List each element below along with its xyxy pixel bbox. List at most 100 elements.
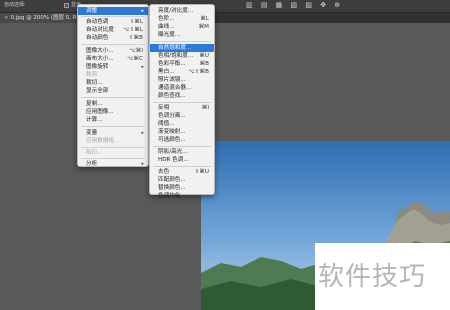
menu-item-label: 亮度/对比度... [158,8,194,14]
menu-item-adjustments[interactable]: 调整 ▸ [78,7,148,15]
menu-item-hue-saturation[interactable]: 色相/饱和度... ⌘U [150,52,214,60]
menu-item-label: 自然饱和度... [158,45,192,51]
menu-divider [153,146,211,147]
submenu-arrow-icon: ▸ [141,130,144,136]
menu-item-vibrance[interactable]: 自然饱和度... [150,44,214,52]
menu-item-threshold[interactable]: 阈值... [150,120,214,128]
menu-item-levels[interactable]: 色阶... ⌘L [150,15,214,23]
menu-item-analysis[interactable]: 分析 ▸ [78,160,148,168]
menu-item-label: 显示全部 [86,88,109,94]
menu-item-shortcut: ⌘B [199,61,209,67]
submenu-arrow-icon: ▸ [141,64,144,70]
options-bar: 自动选择: 显示 ▥ ▤ ▦ ▧ ▨ ✥ ⊕ [0,0,450,13]
menu-item-auto-contrast[interactable]: 自动对比度 ⌥⇧⌘L [78,26,148,34]
close-icon[interactable]: × [4,15,9,21]
menu-item-label: 黑白... [158,69,175,75]
adjustments-submenu: 亮度/对比度... 色阶... ⌘L 曲线... ⌘M 曝光度... 自然饱和度… [149,4,215,199]
menu-divider [81,147,145,148]
menu-item-shortcut: ⌘M [198,24,209,30]
menu-item-shortcut: ⇧⌘B [128,35,143,41]
menu-item-gradient-map[interactable]: 渐变映射... [150,128,214,136]
menu-item-auto-color[interactable]: 自动颜色 ⇧⌘B [78,34,148,42]
menu-item-apply-data-set: 应用数据组... [78,137,148,145]
menu-item-label: 颜色查找... [158,93,186,99]
menu-divider [81,158,145,159]
menu-item-label: 自动色调 [86,19,109,25]
menu-item-label: 色彩平衡... [158,61,186,67]
menu-item-canvas-size[interactable]: 画布大小... ⌥⌘C [78,55,148,63]
menu-item-invert[interactable]: 反相 ⌘I [150,104,214,112]
menu-item-label: 陷印... [86,150,103,156]
menu-item-label: 色调分离... [158,113,186,119]
menu-item-label: 图像旋转 [86,64,109,70]
menu-item-label: 阈值... [158,121,175,127]
menu-item-label: 自动颜色 [86,35,109,41]
menu-item-label: 去色 [158,169,170,175]
menu-item-label: 反相 [158,105,170,111]
menu-item-image-rotation[interactable]: 图像旋转 ▸ [78,63,148,71]
menu-item-equalize[interactable]: 色调均化 [150,192,214,200]
menu-item-label: 色相/饱和度... [158,53,194,59]
menu-item-shortcut: ⇧⌘L [129,19,143,25]
menu-item-variables[interactable]: 变量 ▸ [78,129,148,137]
menu-item-label: 变量 [86,130,98,136]
menu-divider [153,41,211,42]
menu-item-photo-filter[interactable]: 照片滤镜... [150,76,214,84]
menu-item-label: 色调均化 [158,193,181,199]
menu-item-trim[interactable]: 裁切... [78,79,148,87]
image-menu: 调整 ▸ 自动色调 ⇧⌘L 自动对比度 ⌥⇧⌘L 自动颜色 ⇧⌘B 图像大小..… [77,4,149,167]
menu-item-label: 曲线... [158,24,175,30]
menu-item-shortcut: ⌘I [201,105,209,111]
menu-item-shortcut: ⌥⇧⌘B [188,69,209,75]
menu-item-label: 可选颜色... [158,137,186,143]
menu-item-curves[interactable]: 曲线... ⌘M [150,23,214,31]
menu-item-label: 匹配颜色... [158,177,186,183]
show-transform-checkbox[interactable] [64,3,69,8]
menu-item-label: 复制... [86,101,103,107]
menu-item-calculations[interactable]: 计算... [78,116,148,124]
menu-item-label: 应用图像... [86,109,114,115]
menu-item-selective-color[interactable]: 可选颜色... [150,136,214,144]
menu-item-crop: 裁剪 [78,71,148,79]
menu-item-label: 裁剪 [86,72,98,78]
menu-item-shortcut: ⌥⌘I [129,48,143,54]
menu-divider [81,97,145,98]
menu-item-shortcut: ⌘U [199,53,209,59]
menu-item-desaturate[interactable]: 去色 ⇧⌘U [150,168,214,176]
menu-item-apply-image[interactable]: 应用图像... [78,108,148,116]
menu-item-image-size[interactable]: 图像大小... ⌥⌘I [78,47,148,55]
menu-item-label: HDR 色调... [158,157,189,163]
watermark-text: 软件技巧 [318,262,427,292]
menu-item-replace-color[interactable]: 替换颜色... [150,184,214,192]
menu-item-label: 计算... [86,117,103,123]
menu-item-label: 图像大小... [86,48,114,54]
menu-item-shortcut: ⌥⇧⌘L [123,27,143,33]
menu-divider [81,16,145,17]
menu-divider [153,166,211,167]
menu-item-auto-tone[interactable]: 自动色调 ⇧⌘L [78,18,148,26]
menu-item-label: 裁切... [86,80,103,86]
menu-item-color-lookup[interactable]: 颜色查找... [150,92,214,100]
menu-item-label: 阴影/高光... [158,149,188,155]
menu-item-duplicate[interactable]: 复制... [78,100,148,108]
menu-divider [81,126,145,127]
menu-item-reveal-all[interactable]: 显示全部 [78,87,148,95]
menu-item-exposure[interactable]: 曝光度... [150,31,214,39]
menu-item-posterize[interactable]: 色调分离... [150,112,214,120]
menu-item-black-white[interactable]: 黑白... ⌥⇧⌘B [150,68,214,76]
menu-item-brightness-contrast[interactable]: 亮度/对比度... [150,7,214,15]
menu-item-match-color[interactable]: 匹配颜色... [150,176,214,184]
menu-item-color-balance[interactable]: 色彩平衡... ⌘B [150,60,214,68]
menu-item-label: 画布大小... [86,56,114,62]
menu-item-shortcut: ⌥⌘C [127,56,143,62]
menu-item-label: 色阶... [158,16,175,22]
menu-item-label: 替换颜色... [158,185,186,191]
menu-item-hdr-toning[interactable]: HDR 色调... [150,156,214,164]
align-icons[interactable]: ▥ ▤ ▦ ▧ ▨ ✥ ⊕ [246,1,343,9]
menu-item-label: 渐变映射... [158,129,186,135]
menu-item-channel-mixer[interactable]: 通道混合器... [150,84,214,92]
menu-item-shadows-highlights[interactable]: 阴影/高光... [150,148,214,156]
menu-item-label: 曝光度... [158,32,181,38]
menu-item-label: 应用数据组... [86,138,120,144]
submenu-arrow-icon: ▸ [141,8,144,14]
